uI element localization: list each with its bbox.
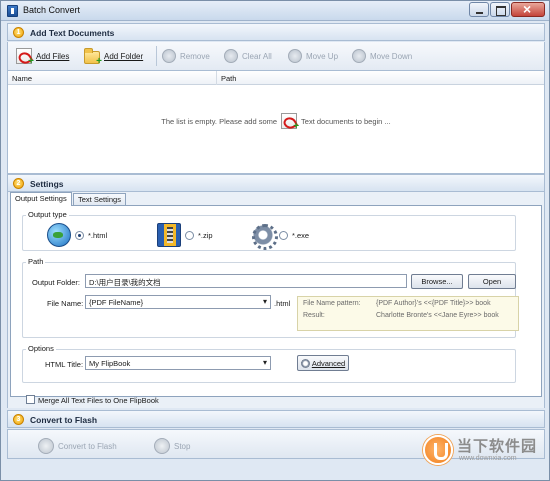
clear-all-button[interactable]: Clear All (224, 47, 272, 65)
stop-button[interactable]: Stop (154, 437, 190, 455)
minimize-button[interactable] (469, 2, 489, 17)
zip-icon (157, 223, 181, 247)
remove-icon (162, 49, 176, 63)
convert-label: Convert to Flash (58, 441, 117, 451)
move-down-button[interactable]: Move Down (352, 47, 412, 65)
convert-to-flash-button[interactable]: Convert to Flash (38, 437, 117, 455)
move-up-label: Move Up (306, 51, 339, 61)
output-folder-input[interactable]: D:\用户目录\我的文档 (85, 274, 407, 288)
section-add-documents: 1 Add Text Documents (7, 23, 545, 41)
pdf-add-icon (16, 48, 34, 67)
documents-toolbar: Add Files Add Folder Remove Clear All Mo… (7, 42, 545, 70)
html-title-combo[interactable]: My FlipBook (85, 356, 271, 370)
list-header: Name Path (8, 71, 544, 85)
empty-message-start: The list is empty. Please add some (161, 116, 278, 126)
remove-label: Remove (180, 51, 210, 61)
html-title-label: HTML Title: (45, 360, 84, 369)
output-folder-label: Output Folder: (32, 278, 80, 287)
merge-checkbox[interactable] (26, 395, 35, 404)
globe-icon (47, 223, 71, 247)
empty-message-end: Text documents to begin ... (301, 116, 391, 126)
clear-all-icon (224, 49, 238, 63)
section-title: Convert to Flash (30, 415, 98, 425)
result-label: Result: (303, 312, 325, 319)
folder-add-icon (84, 47, 102, 67)
option-exe-label: *.exe (292, 230, 310, 240)
merge-label: Merge All Text Files to One FlipBook (38, 396, 159, 405)
arrow-up-icon (288, 49, 302, 63)
add-folder-label: Add Folder (104, 51, 144, 61)
batch-convert-window: Batch Convert 1 Add Text Documents Add F… (0, 0, 550, 481)
option-exe[interactable]: *.exe (251, 223, 310, 250)
add-folder-button[interactable]: Add Folder (84, 47, 144, 67)
add-files-button[interactable]: Add Files (16, 47, 70, 67)
site-watermark: 当下软件园 www.downxia.com (421, 433, 549, 479)
pdf-add-icon[interactable] (281, 113, 299, 132)
flash-icon (38, 438, 54, 454)
title-bar: Batch Convert (1, 1, 549, 21)
app-icon (7, 5, 18, 17)
column-name[interactable]: Name (12, 74, 32, 83)
option-html[interactable]: *.html (47, 223, 107, 247)
watermark-logo-icon (423, 435, 453, 465)
result-value: Charlotte Bronte's <<Jane Eyre>> book (376, 312, 499, 319)
options-title: Options (26, 344, 56, 353)
output-type-group: Output type *.html *.zip *.exe (22, 210, 516, 251)
watermark-url: www.downxia.com (459, 455, 517, 462)
move-down-label: Move Down (370, 51, 413, 61)
file-name-label: File Name: (47, 299, 84, 308)
option-html-label: *.html (88, 230, 108, 240)
move-up-button[interactable]: Move Up (288, 47, 338, 65)
output-type-title: Output type (26, 210, 69, 219)
document-list[interactable]: Name Path The list is empty. Please add … (7, 70, 545, 174)
file-name-combo[interactable]: {PDF FileName} (85, 295, 271, 309)
column-path[interactable]: Path (221, 74, 236, 83)
gear-icon (300, 358, 310, 368)
clear-all-label: Clear All (242, 51, 272, 61)
section-convert: 3 Convert to Flash (7, 410, 545, 428)
option-zip[interactable]: *.zip (157, 223, 213, 247)
step-badge: 3 (13, 414, 24, 425)
step-badge: 1 (13, 27, 24, 38)
option-zip-label: *.zip (198, 230, 213, 240)
maximize-button[interactable] (490, 2, 510, 17)
exe-icon (251, 223, 278, 250)
file-extension: .html (274, 299, 291, 308)
stop-label: Stop (174, 441, 191, 451)
path-title: Path (26, 257, 46, 266)
arrow-down-icon (352, 49, 366, 63)
browse-button[interactable]: Browse... (411, 274, 463, 289)
section-title: Add Text Documents (30, 28, 115, 38)
advanced-label: Advanced (311, 358, 346, 368)
watermark-text: 当下软件园 (457, 438, 538, 455)
advanced-button[interactable]: Advanced (297, 355, 349, 371)
open-button[interactable]: Open (468, 274, 516, 289)
radio-zip[interactable] (185, 230, 194, 240)
toolbar-separator (156, 46, 157, 66)
section-settings: 2 Settings (7, 174, 545, 192)
stop-icon (154, 438, 170, 454)
add-files-label: Add Files (36, 51, 70, 61)
section-title: Settings (30, 179, 64, 189)
close-button[interactable] (511, 1, 545, 17)
step-badge: 2 (13, 178, 24, 189)
empty-list-message: The list is empty. Please add some Text … (8, 113, 544, 132)
column-separator (216, 71, 217, 85)
file-name-pattern-box: File Name pattern: {PDF Author}'s <<{PDF… (297, 296, 519, 331)
window-title: Batch Convert (23, 5, 81, 15)
tab-output-settings[interactable]: Output Settings (10, 192, 72, 206)
remove-button[interactable]: Remove (162, 47, 210, 65)
pattern-value: {PDF Author}'s <<{PDF Title}>> book (376, 300, 491, 307)
radio-exe[interactable] (279, 230, 288, 240)
pattern-label: File Name pattern: (303, 300, 361, 307)
radio-html[interactable] (75, 230, 84, 240)
